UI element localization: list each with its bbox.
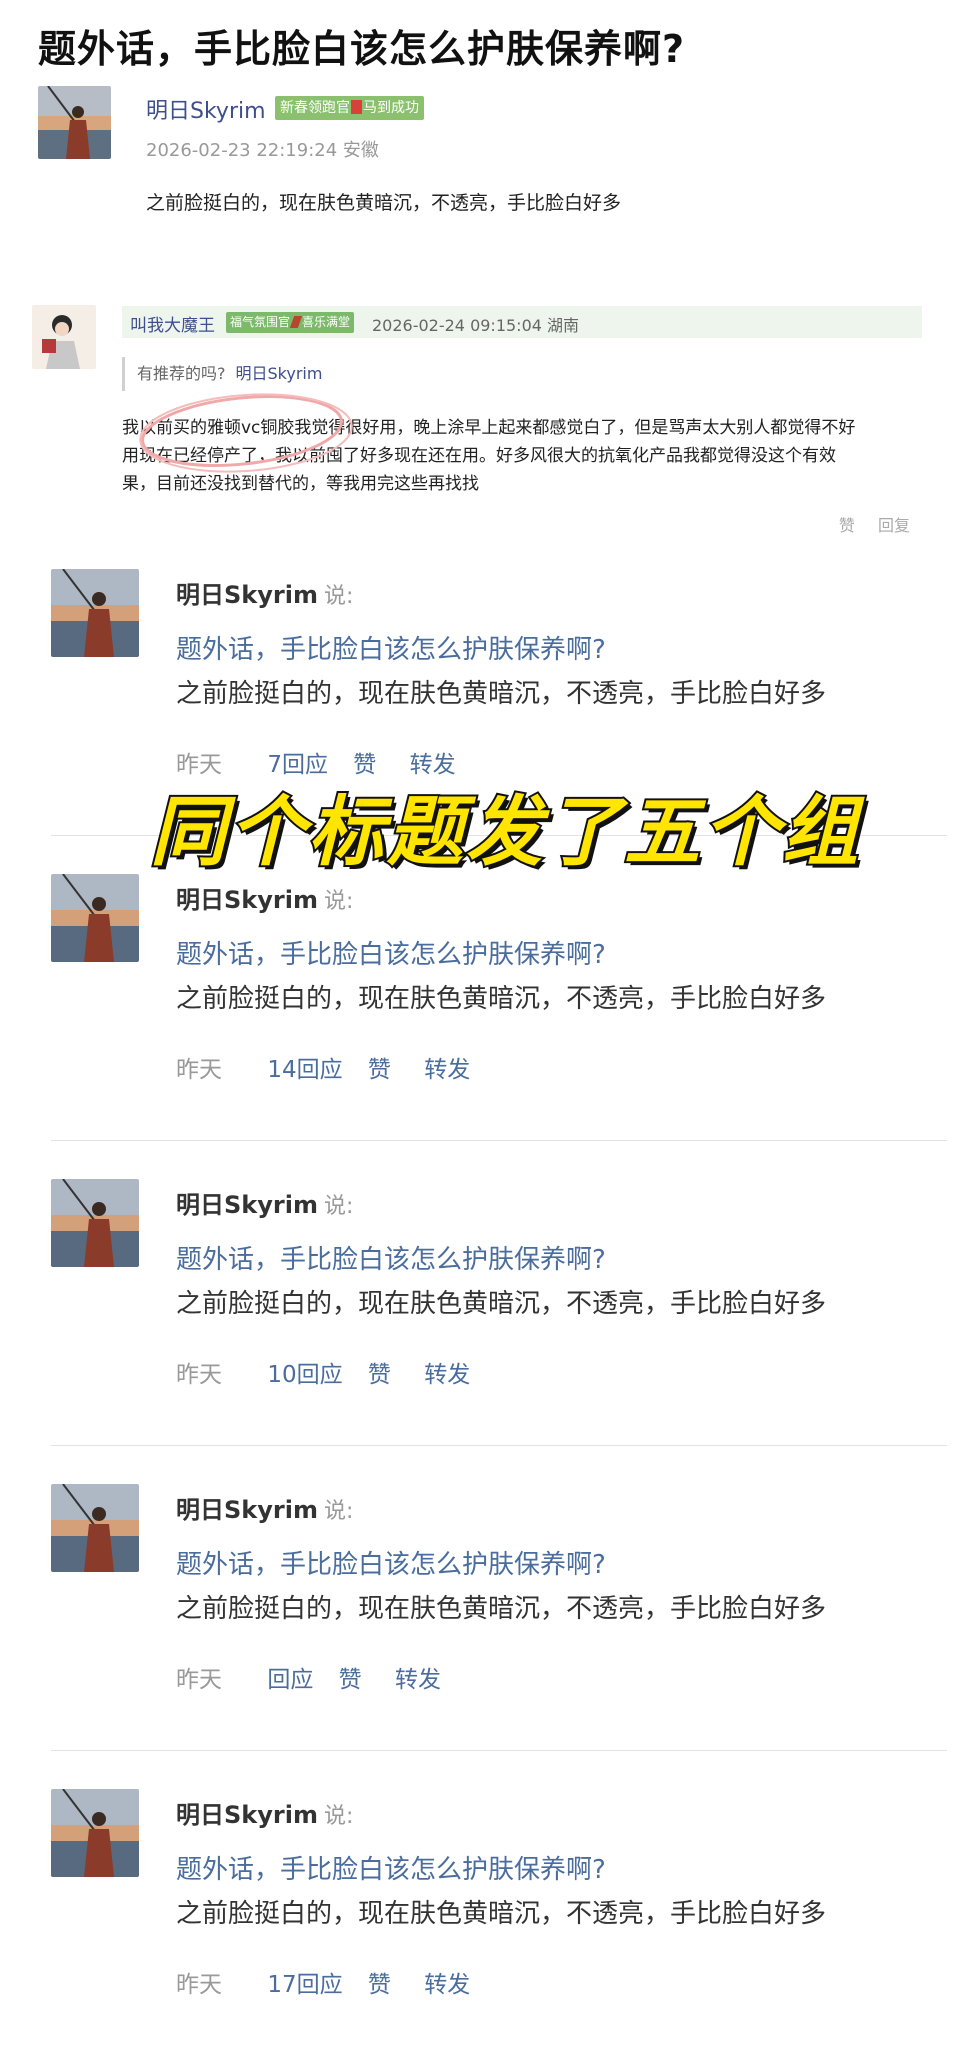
like-button[interactable]: 赞: [339, 1667, 362, 1693]
feed-time: 昨天: [176, 1362, 222, 1388]
author-avatar[interactable]: [38, 86, 111, 159]
feed-item: 明日Skyrim 说: 题外话，手比脸白该怎么护肤保养啊? 之前脸挺白的，现在肤色…: [0, 1155, 977, 1450]
feed-body: 之前脸挺白的，现在肤色黄暗沉，不透亮，手比脸白好多: [176, 679, 827, 709]
feed-title[interactable]: 题外话，手比脸白该怎么护肤保养啊?: [176, 1849, 606, 1886]
feed-author: 明日Skyrim 说:: [176, 1801, 354, 1829]
reply-header: 叫我大魔王 福气氛围官 喜乐满堂 2026-02-24 09:15:04 湖南: [122, 306, 922, 338]
feed-author: 明日Skyrim 说:: [176, 581, 354, 609]
feed-title[interactable]: 题外话，手比脸白该怎么护肤保养啊?: [176, 934, 606, 971]
feed-avatar[interactable]: [51, 1789, 139, 1877]
feed-title[interactable]: 题外话，手比脸白该怎么护肤保养啊?: [176, 629, 606, 666]
avatar-image: [38, 86, 111, 159]
avatar-image: [51, 874, 139, 962]
feed-time: 昨天: [176, 1667, 222, 1693]
feed-actions: 昨天 14回应 赞 转发: [176, 1050, 470, 1084]
feed-title[interactable]: 题外话，手比脸白该怎么护肤保养啊?: [176, 1544, 606, 1581]
share-button[interactable]: 转发: [395, 1667, 441, 1693]
post-meta: 2026-02-23 22:19:24 安徽: [146, 140, 379, 161]
reply-avatar[interactable]: [32, 305, 96, 369]
feed-actions: 昨天 10回应 赞 转发: [176, 1355, 470, 1389]
like-button[interactable]: 赞: [368, 1057, 391, 1083]
top-post: 题外话，手比脸白该怎么护肤保养啊? 明日Skyrim 新春领跑官 马到成功 202…: [0, 0, 977, 545]
feed-author: 明日Skyrim 说:: [176, 886, 354, 914]
feed-body: 之前脸挺白的，现在肤色黄暗沉，不透亮，手比脸白好多: [176, 1289, 827, 1319]
author-name[interactable]: 明日Skyrim: [146, 93, 266, 125]
user-badge: 福气氛围官 喜乐满堂: [226, 312, 355, 333]
feed-avatar[interactable]: [51, 874, 139, 962]
feed-item: 明日Skyrim 说: 题外话，手比脸白该怎么护肤保养啊? 之前脸挺白的，现在肤色…: [0, 1460, 977, 1755]
overlay-caption: 同个标题发了五个组: [148, 785, 861, 878]
divider: [51, 1140, 947, 1141]
badge-icon: [289, 316, 303, 328]
feed-avatar[interactable]: [51, 1484, 139, 1572]
avatar-image: [51, 569, 139, 657]
feed-title[interactable]: 题外话，手比脸白该怎么护肤保养啊?: [176, 1239, 606, 1276]
replies-link[interactable]: 回应: [267, 1667, 313, 1693]
divider: [51, 1445, 947, 1446]
like-button[interactable]: 赞: [368, 1362, 391, 1388]
feed-author: 明日Skyrim 说:: [176, 1496, 354, 1524]
like-button[interactable]: 赞: [368, 1972, 391, 1998]
share-button[interactable]: 转发: [424, 1057, 470, 1083]
reply-time: 2026-02-24 09:15:04 湖南: [372, 316, 580, 335]
highlight-circle: [139, 393, 353, 473]
avatar-image: [32, 305, 96, 369]
replies-link[interactable]: 17回应: [267, 1972, 342, 1998]
reply-actions: 赞 回复: [821, 512, 910, 536]
user-badge: 新春领跑官 马到成功: [275, 96, 424, 120]
reply-button[interactable]: 回复: [878, 516, 910, 535]
feed-actions: 昨天 17回应 赞 转发: [176, 1965, 470, 1999]
badge-icon: [351, 100, 362, 114]
feed-time: 昨天: [176, 1972, 222, 1998]
share-button[interactable]: 转发: [424, 1362, 470, 1388]
like-button[interactable]: 赞: [839, 516, 855, 535]
feed-avatar[interactable]: [51, 1179, 139, 1267]
feed-item: 明日Skyrim 说: 题外话，手比脸白该怎么护肤保养啊? 之前脸挺白的，现在肤色…: [0, 1765, 977, 2060]
feed-actions: 昨天 回应 赞 转发: [176, 1660, 441, 1694]
reply-author[interactable]: 叫我大魔王: [130, 311, 215, 336]
feed-item: 明日Skyrim 说: 题外话，手比脸白该怎么护肤保养啊? 之前脸挺白的，现在肤色…: [0, 850, 977, 1145]
avatar-image: [51, 1179, 139, 1267]
replies-link[interactable]: 10回应: [267, 1362, 342, 1388]
divider: [51, 1750, 947, 1751]
feed-body: 之前脸挺白的，现在肤色黄暗沉，不透亮，手比脸白好多: [176, 1594, 827, 1624]
replies-link[interactable]: 14回应: [267, 1057, 342, 1083]
feed-time: 昨天: [176, 1057, 222, 1083]
feed-body: 之前脸挺白的，现在肤色黄暗沉，不透亮，手比脸白好多: [176, 984, 827, 1014]
feed-body: 之前脸挺白的，现在肤色黄暗沉，不透亮，手比脸白好多: [176, 1899, 827, 1929]
avatar-image: [51, 1789, 139, 1877]
feed-author: 明日Skyrim 说:: [176, 1191, 354, 1219]
quoted-author[interactable]: 明日Skyrim: [236, 364, 323, 383]
feed-avatar[interactable]: [51, 569, 139, 657]
post-title: 题外话，手比脸白该怎么护肤保养啊?: [38, 27, 686, 71]
share-button[interactable]: 转发: [424, 1972, 470, 1998]
avatar-image: [51, 1484, 139, 1572]
post-body: 之前脸挺白的，现在肤色黄暗沉，不透亮，手比脸白好多: [146, 192, 622, 214]
